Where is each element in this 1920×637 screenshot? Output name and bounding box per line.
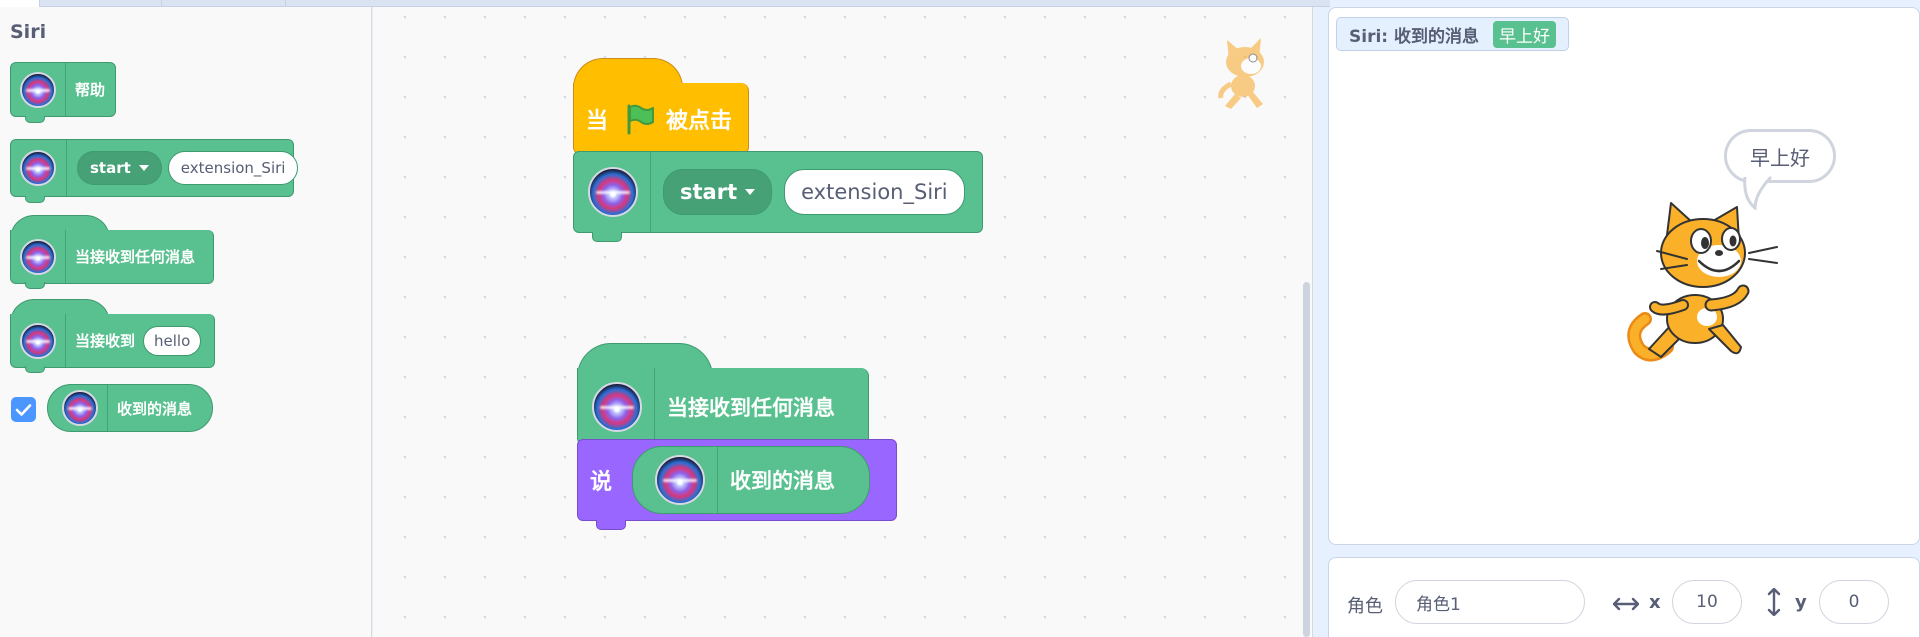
when-any-message-label-script: 当接收到任何消息 (667, 395, 835, 420)
y-input[interactable]: 0 (1819, 580, 1889, 624)
siri-icon (20, 150, 56, 186)
tab-code[interactable] (0, 0, 40, 7)
say-block[interactable]: 说 收到的消息 (577, 439, 897, 530)
flag-hat-prefix: 当 (586, 108, 609, 134)
green-flag-icon (627, 104, 655, 134)
block-palette: Siri 帮助 start extension_Siri 当接收到任何消息 当接… (0, 7, 372, 637)
tab-costumes[interactable] (40, 0, 162, 7)
start-dropdown-script[interactable]: start (663, 169, 773, 215)
tab-strip (0, 0, 1330, 7)
when-any-message-hat-block-script[interactable]: 当接收到任何消息 (577, 368, 869, 446)
siri-icon (62, 390, 98, 426)
sprite-thumbnail-icon (1218, 38, 1264, 109)
help-block[interactable]: 帮助 (10, 62, 116, 123)
monitor-checkbox[interactable] (11, 397, 36, 422)
flag-hat-suffix: 被点击 (666, 108, 733, 134)
siri-icon (588, 167, 638, 217)
siri-icon (655, 455, 706, 505)
monitor-value: 早上好 (1493, 20, 1556, 48)
chevron-down-icon (745, 189, 756, 195)
checkmark-icon (15, 403, 32, 416)
when-receive-hat-block[interactable]: 当接收到 hello (10, 314, 215, 373)
code-area[interactable]: 当 被点击 start extension_Siri 当接收到任何消息 说 收到… (373, 7, 1313, 637)
siri-icon (20, 322, 56, 359)
cat-sprite[interactable] (1627, 201, 1782, 366)
when-any-message-label: 当接收到任何消息 (75, 248, 196, 266)
message-field[interactable]: hello (143, 325, 202, 356)
sprite-info-panel: 角色 角色1 x 10 y 0 (1328, 557, 1920, 637)
sprite-name-input[interactable]: 角色1 (1395, 580, 1585, 624)
tab-sounds[interactable] (162, 0, 286, 7)
vertical-arrows-icon (1767, 588, 1781, 616)
speech-bubble: 早上好 (1724, 129, 1836, 183)
sprite-label: 角色 (1347, 596, 1383, 617)
siri-icon (20, 238, 56, 275)
when-flag-clicked-hat-block[interactable]: 当 被点击 (573, 83, 749, 155)
start-block[interactable]: start extension_Siri (10, 139, 299, 203)
start-dropdown[interactable]: start (77, 151, 162, 185)
help-label: 帮助 (75, 81, 106, 99)
when-receive-label: 当接收到 (75, 332, 136, 350)
chevron-down-icon (138, 165, 149, 171)
variable-monitor: Siri: 收到的消息 早上好 (1336, 17, 1569, 51)
received-message-label: 收到的消息 (117, 399, 193, 418)
start-block-script[interactable]: start extension_Siri (573, 151, 983, 242)
horizontal-arrows-icon (1613, 597, 1639, 611)
received-message-label-script: 收到的消息 (730, 469, 836, 493)
extension-name-field-script[interactable]: extension_Siri (784, 169, 965, 215)
x-label: x (1649, 592, 1661, 613)
x-input[interactable]: 10 (1672, 580, 1742, 624)
y-label: y (1795, 592, 1807, 613)
when-any-message-hat-block[interactable]: 当接收到任何消息 (10, 230, 214, 289)
siri-icon (20, 71, 56, 108)
monitor-label: Siri: 收到的消息 (1349, 26, 1479, 47)
extension-name-field[interactable]: extension_Siri (167, 151, 299, 185)
received-message-reporter-script[interactable]: 收到的消息 (632, 446, 871, 514)
code-area-scrollbar[interactable] (1303, 282, 1310, 637)
siri-icon (592, 381, 642, 432)
received-message-reporter[interactable]: 收到的消息 (47, 384, 213, 432)
stage[interactable]: Siri: 收到的消息 早上好 早上好 (1328, 7, 1920, 545)
say-label: 说 (590, 470, 613, 495)
category-title: Siri (10, 21, 47, 43)
